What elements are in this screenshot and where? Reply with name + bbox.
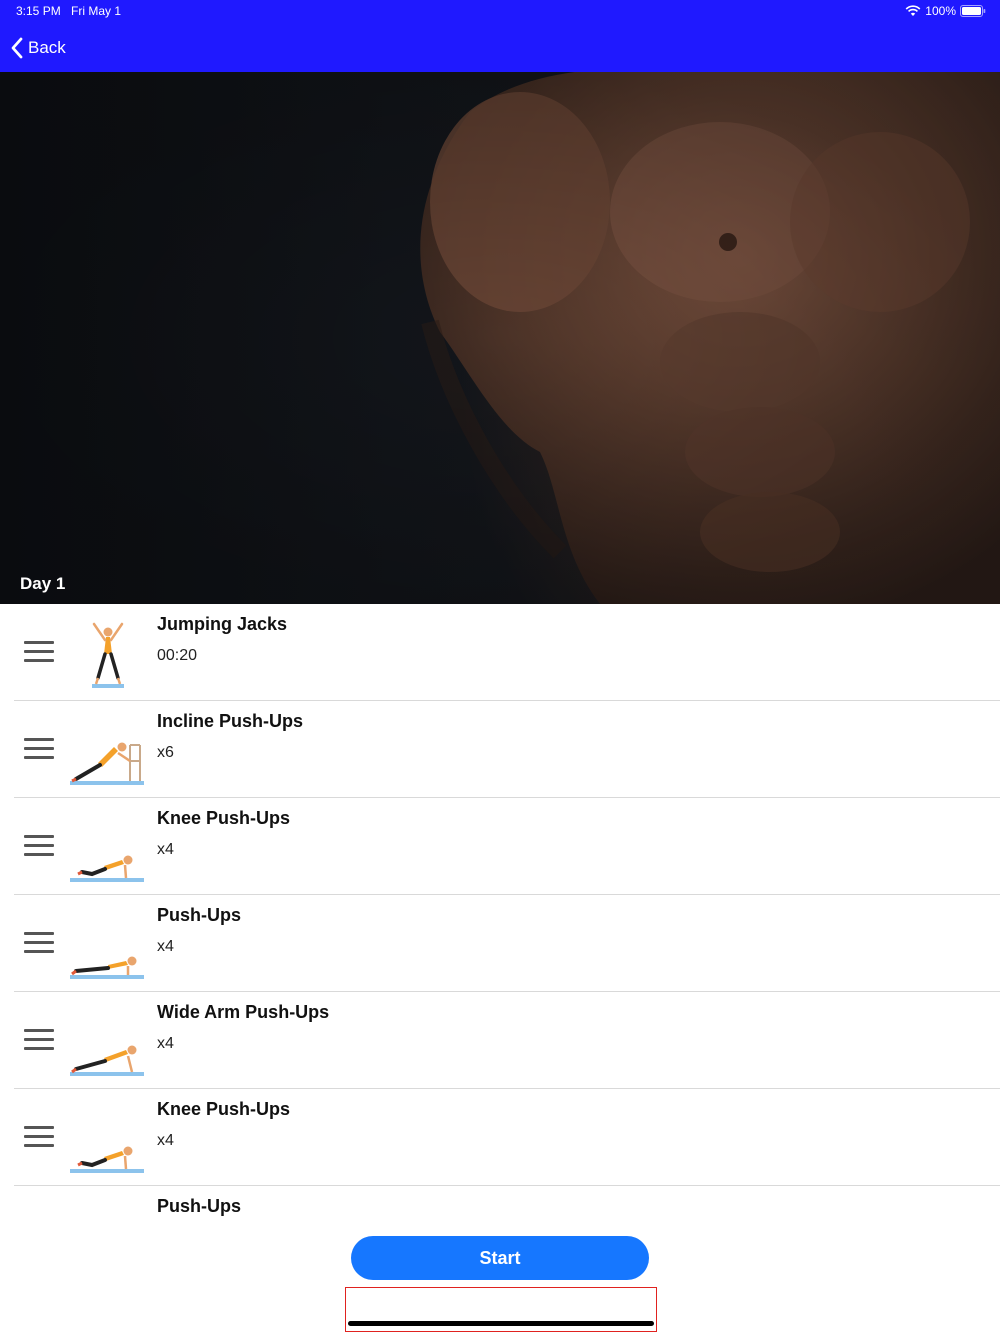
- drag-handle-icon[interactable]: [24, 1126, 54, 1148]
- start-button[interactable]: Start: [351, 1236, 649, 1280]
- exercise-name: Wide Arm Push-Ups: [157, 1002, 330, 1022]
- knee-push-up-illustration: [70, 855, 144, 882]
- exercise-name: Knee Push-Ups: [157, 808, 291, 828]
- jumping-jacks-illustration: [92, 622, 124, 688]
- exercise-name: Incline Push-Ups: [157, 711, 304, 731]
- list-item[interactable]: Knee Push-Ups x4: [0, 798, 1000, 895]
- drag-handle-icon[interactable]: [24, 738, 54, 760]
- incline-push-up-illustration: [70, 742, 144, 785]
- wifi-icon: [905, 5, 921, 16]
- list-item[interactable]: Knee Push-Ups x4: [0, 1089, 1000, 1186]
- drag-handle-icon[interactable]: [24, 932, 54, 954]
- exercise-name: Push-Ups: [157, 905, 242, 925]
- list-item[interactable]: Jumping Jacks 00:20: [0, 604, 1000, 701]
- battery-icon: [960, 5, 986, 17]
- drag-handle-icon[interactable]: [24, 641, 54, 663]
- exercise-reps: x4: [157, 1132, 174, 1149]
- back-button[interactable]: Back: [10, 36, 66, 60]
- home-indicator-area: [345, 1287, 657, 1332]
- drag-handle-icon[interactable]: [24, 835, 54, 857]
- exercise-name: Push-Ups: [157, 1196, 242, 1216]
- exercise-reps: x4: [157, 1035, 174, 1052]
- exercise-reps: x6: [157, 744, 174, 761]
- wide-arm-push-up-illustration: [70, 1045, 144, 1076]
- status-indicators: 100%: [905, 4, 986, 18]
- exercise-reps: x4: [157, 938, 174, 955]
- drag-handle-icon[interactable]: [24, 1029, 54, 1051]
- knee-push-up-illustration: [70, 1146, 144, 1173]
- exercise-list[interactable]: Jumping Jacks 00:20 Incline Push-Ups x6: [0, 604, 1000, 1218]
- back-label: Back: [28, 38, 66, 57]
- day-label: Day 1: [20, 574, 66, 593]
- push-up-illustration: [70, 956, 144, 979]
- status-date: Fri May 1: [71, 4, 122, 18]
- list-item[interactable]: Push-Ups: [0, 1186, 1000, 1218]
- exercise-duration: 00:20: [157, 647, 198, 664]
- home-indicator[interactable]: [348, 1321, 654, 1326]
- chevron-left-icon: [11, 37, 23, 59]
- list-item[interactable]: Incline Push-Ups x6: [0, 701, 1000, 798]
- exercise-reps: x4: [157, 841, 174, 858]
- list-item[interactable]: Push-Ups x4: [0, 895, 1000, 992]
- exercise-name: Jumping Jacks: [157, 614, 288, 634]
- status-time: 3:15 PM: [16, 4, 61, 18]
- muscular-torso-photo: [0, 72, 1000, 604]
- navigation-bar: 3:15 PM Fri May 1 100% Back: [0, 0, 1000, 72]
- battery-percent: 100%: [925, 4, 956, 18]
- list-item[interactable]: Wide Arm Push-Ups x4: [0, 992, 1000, 1089]
- hero-image: Day 1: [0, 72, 1000, 604]
- exercise-name: Knee Push-Ups: [157, 1099, 291, 1119]
